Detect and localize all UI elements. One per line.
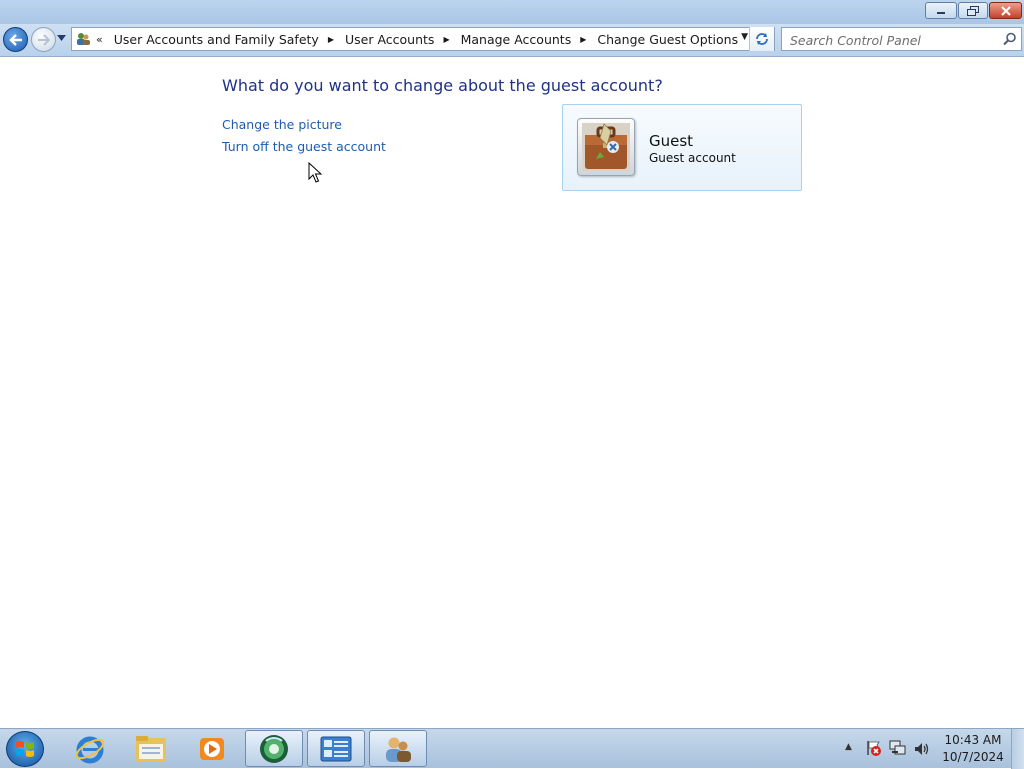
breadcrumb-user-accounts[interactable]: User Accounts xyxy=(345,32,434,47)
chevron-down-icon xyxy=(57,35,66,41)
taskbar-media-player[interactable] xyxy=(183,730,241,767)
guest-account-tile: Guest Guest account xyxy=(562,104,802,191)
restore-icon xyxy=(967,5,979,16)
navigation-bar: « User Accounts and Family Safety ▶ User… xyxy=(0,24,1024,57)
address-history-dropdown[interactable]: ▼ xyxy=(741,32,748,42)
taskbar-windows-explorer[interactable] xyxy=(122,730,180,767)
minimize-icon xyxy=(937,11,945,14)
taskbar-media-center[interactable] xyxy=(245,730,303,767)
breadcrumb-change-guest-options[interactable]: Change Guest Options xyxy=(597,32,738,47)
taskbar-control-panel[interactable] xyxy=(307,730,365,767)
close-icon xyxy=(1000,5,1011,16)
address-bar[interactable]: « User Accounts and Family Safety ▶ User… xyxy=(71,27,775,51)
restore-button[interactable] xyxy=(958,2,988,19)
show-hidden-icons-button[interactable]: ▲ xyxy=(845,742,852,752)
user-accounts-icon xyxy=(75,31,91,47)
refresh-button[interactable] xyxy=(749,27,774,51)
internet-explorer-icon xyxy=(75,736,105,763)
search-box[interactable] xyxy=(781,27,1022,52)
search-input[interactable] xyxy=(782,28,1007,52)
close-button[interactable] xyxy=(989,2,1022,19)
taskbar: ▲ 10:43 AM 10/7/2024 xyxy=(0,728,1024,769)
page-title: What do you want to change about the gue… xyxy=(222,76,663,95)
change-picture-link[interactable]: Change the picture xyxy=(222,117,342,132)
network-icon[interactable] xyxy=(889,739,907,757)
back-button[interactable] xyxy=(3,27,28,52)
clock-time[interactable]: 10:43 AM xyxy=(940,733,1006,747)
refresh-icon xyxy=(756,33,768,45)
recent-pages-dropdown[interactable] xyxy=(57,34,67,44)
volume-icon[interactable] xyxy=(913,740,931,758)
clock-date[interactable]: 10/7/2024 xyxy=(940,750,1006,764)
breadcrumb-user-accounts-family-safety[interactable]: User Accounts and Family Safety xyxy=(114,32,319,47)
show-desktop-button[interactable] xyxy=(1011,729,1024,769)
forward-button[interactable] xyxy=(31,27,56,52)
control-panel-icon xyxy=(320,736,352,761)
account-name: Guest xyxy=(649,132,694,150)
mouse-cursor-icon xyxy=(308,162,322,183)
start-button[interactable] xyxy=(6,731,44,767)
action-center-flag-icon[interactable] xyxy=(865,739,883,757)
folder-icon xyxy=(136,735,166,762)
chevron-right-icon[interactable]: ▶ xyxy=(443,35,449,44)
account-type: Guest account xyxy=(649,151,736,165)
chevron-right-icon[interactable]: ▶ xyxy=(328,35,334,44)
windows-logo-icon xyxy=(16,741,34,757)
media-center-icon xyxy=(260,734,288,763)
magnifier-icon[interactable] xyxy=(1003,32,1017,46)
taskbar-internet-explorer[interactable] xyxy=(61,730,119,767)
breadcrumb-manage-accounts[interactable]: Manage Accounts xyxy=(461,32,572,47)
user-accounts-icon xyxy=(386,737,411,762)
minimize-button[interactable] xyxy=(925,2,957,19)
account-picture xyxy=(577,118,635,176)
turn-off-guest-link[interactable]: Turn off the guest account xyxy=(222,139,386,154)
forward-arrow-icon xyxy=(37,33,50,46)
title-bar xyxy=(0,0,1024,24)
media-player-icon xyxy=(200,737,224,760)
taskbar-user-accounts[interactable] xyxy=(369,730,427,767)
breadcrumb-overflow-button[interactable]: « xyxy=(96,33,103,46)
chevron-right-icon[interactable]: ▶ xyxy=(580,35,586,44)
back-arrow-icon xyxy=(8,33,22,46)
briefcase-icon xyxy=(582,123,630,171)
